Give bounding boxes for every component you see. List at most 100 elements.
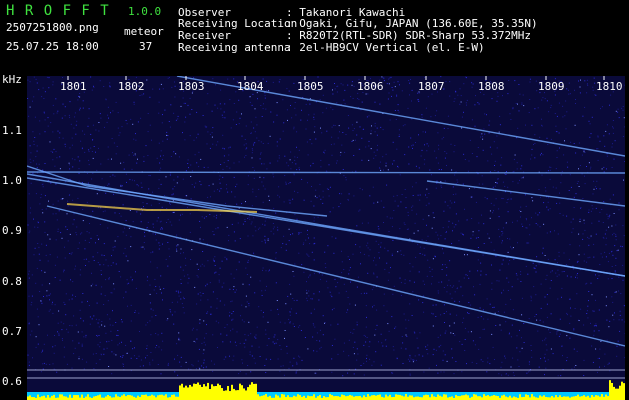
level-bar [559,395,561,400]
noise-dot [538,189,540,190]
noise-dot [343,175,345,177]
noise-dot [399,277,401,279]
noise-dot [276,300,278,301]
noise-dot [222,134,224,136]
level-bar [579,396,581,400]
noise-dot [95,151,96,153]
noise-dot [547,209,549,211]
noise-dot [609,320,611,322]
noise-dot [265,108,267,110]
noise-dot [157,334,159,336]
noise-dot [580,79,581,81]
noise-dot [217,347,218,348]
noise-dot [366,360,367,362]
noise-dot [282,99,284,101]
noise-dot [200,265,202,267]
noise-dot [389,77,391,79]
noise-dot [363,374,365,376]
noise-dot [149,320,151,322]
level-bar [73,395,75,400]
noise-dot [617,340,619,342]
noise-dot [57,228,59,230]
noise-dot [84,248,86,250]
noise-dot [287,165,289,167]
noise-dot [189,113,191,115]
level-bar [319,394,321,400]
noise-dot [217,189,219,191]
noise-dot [447,226,449,228]
noise-dot [591,116,593,118]
level-bar [295,396,297,400]
noise-dot [191,249,193,251]
noise-dot [138,185,139,187]
noise-dot [258,188,260,190]
noise-dot [166,222,167,223]
noise-dot [605,237,607,239]
noise-dot [28,273,30,275]
noise-dot [44,271,46,273]
level-bar [595,395,597,400]
noise-dot [316,340,318,341]
noise-dot [579,221,581,223]
noise-dot [331,136,333,138]
level-bar [615,388,617,400]
noise-dot [41,284,43,286]
noise-dot [329,211,331,213]
noise-dot [375,351,377,353]
noise-dot [591,222,593,224]
noise-dot [81,358,83,360]
noise-dot [454,98,456,100]
noise-dot [471,119,473,121]
noise-dot [252,191,254,193]
noise-dot [331,126,333,128]
noise-dot [319,329,321,331]
noise-dot [513,258,515,260]
noise-dot [40,371,42,373]
noise-dot [550,138,552,140]
noise-dot [232,311,234,312]
noise-dot [581,154,583,156]
noise-dot [162,155,164,157]
noise-dot [424,144,425,146]
noise-dot [160,150,162,152]
meteor-label: meteor [124,25,164,38]
noise-dot [212,183,214,185]
noise-dot [451,286,453,288]
noise-dot [345,134,347,135]
noise-dot [520,211,522,212]
noise-dot [431,283,432,285]
level-bar [427,394,429,400]
x-tick-label: 1804 [237,80,264,93]
noise-dot [233,162,235,164]
noise-dot [405,319,407,321]
noise-dot [488,132,490,134]
noise-dot [540,358,542,360]
noise-dot [139,95,141,96]
noise-dot [405,327,407,329]
level-bar [241,385,243,400]
noise-dot [59,156,61,158]
noise-dot [111,255,112,257]
noise-dot [557,131,559,133]
noise-dot [113,283,115,285]
noise-dot [150,308,152,310]
noise-dot [223,282,225,284]
noise-dot [583,253,585,255]
noise-dot [254,336,256,338]
noise-dot [310,298,312,300]
noise-dot [535,294,537,296]
noise-dot [451,243,453,245]
noise-dot [529,370,531,372]
noise-dot [345,177,347,178]
noise-dot [191,329,193,331]
noise-dot [428,145,429,147]
noise-dot [61,117,63,119]
noise-dot [595,323,597,325]
noise-dot [96,302,98,304]
noise-dot [588,209,590,211]
noise-dot [520,216,521,218]
noise-dot [432,258,434,260]
noise-dot [348,193,350,195]
x-tick-label: 1801 [60,80,87,93]
noise-dot [449,95,451,97]
